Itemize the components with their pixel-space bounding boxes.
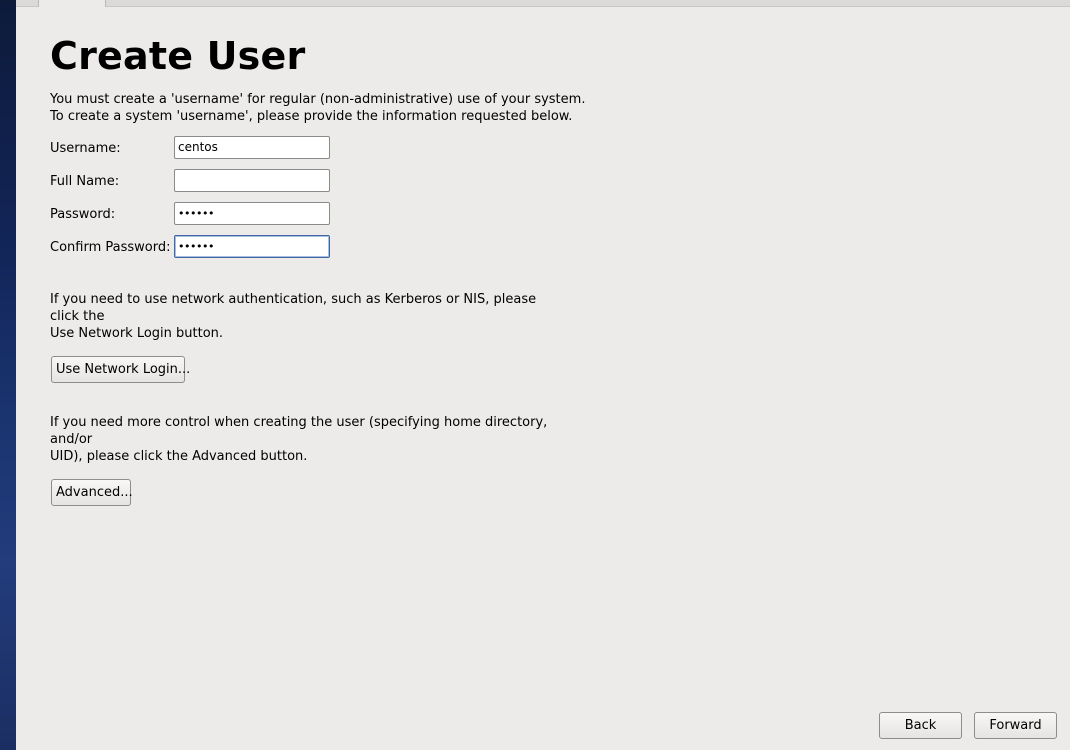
advanced-text-line-1: If you need more control when creating t… (50, 415, 548, 447)
username-input[interactable]: centos (174, 136, 330, 159)
network-text-line-2: Use Network Login button. (50, 326, 224, 341)
advanced-text: If you need more control when creating t… (50, 414, 550, 465)
network-text-line-1: If you need to use network authenticatio… (50, 292, 537, 324)
confirm-password-row: Confirm Password: •••••• (50, 235, 350, 260)
advanced-text-line-2: UID), please click the Advanced button. (50, 449, 308, 464)
confirm-password-label: Confirm Password: (50, 240, 171, 255)
fullname-row: Full Name: (50, 169, 350, 194)
intro-text: You must create a 'username' for regular… (50, 91, 585, 125)
password-input[interactable]: •••••• (174, 202, 330, 225)
advanced-button[interactable]: Advanced... (51, 479, 133, 506)
back-button[interactable]: Back (879, 712, 962, 739)
page-title: Create User (50, 34, 306, 78)
intro-line-2: To create a system 'username', please pr… (50, 109, 573, 124)
top-tab-bar (16, 0, 1070, 7)
password-label: Password: (50, 207, 116, 222)
desktop-background-strip (0, 0, 16, 750)
username-row: Username: centos (50, 136, 350, 161)
fullname-input[interactable] (174, 169, 330, 192)
network-login-text: If you need to use network authenticatio… (50, 291, 550, 342)
fullname-label: Full Name: (50, 174, 120, 189)
password-row: Password: •••••• (50, 202, 350, 227)
forward-button[interactable]: Forward (974, 712, 1057, 739)
username-label: Username: (50, 141, 121, 156)
active-tab (38, 0, 106, 7)
use-network-login-button[interactable]: Use Network Login... (51, 356, 190, 383)
confirm-password-input[interactable]: •••••• (174, 235, 330, 258)
intro-line-1: You must create a 'username' for regular… (50, 92, 586, 107)
firstboot-window: Create User You must create a 'username'… (0, 0, 1070, 750)
